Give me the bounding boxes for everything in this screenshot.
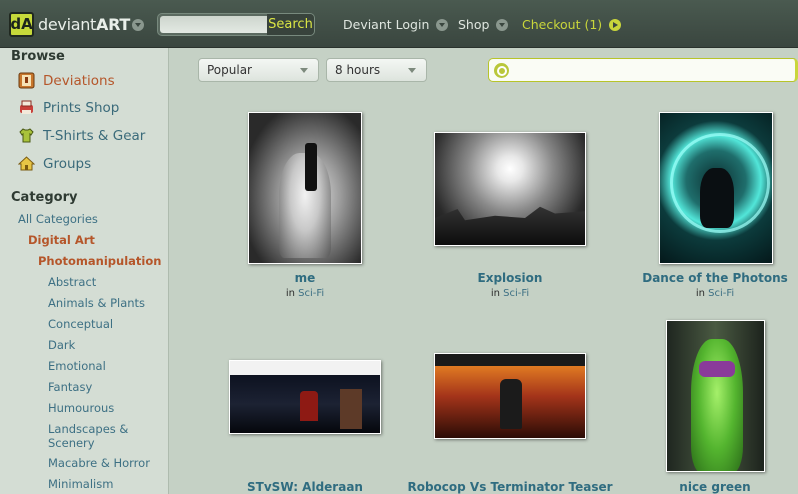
checkout-label: Checkout (1)	[522, 17, 603, 32]
deviations-icon	[18, 72, 35, 89]
category-all[interactable]: All Categories	[18, 212, 98, 226]
deviantart-browse-page: dA deviantART Search Deviant Login Shop …	[0, 0, 798, 494]
deviation-thumbnail-dance-of-the-photons[interactable]	[659, 112, 773, 264]
sidebar-item-groups[interactable]: Groups	[18, 155, 91, 172]
logo-text-bold: ART	[96, 14, 131, 34]
deviation-category-link[interactable]: Sci-Fi	[708, 288, 734, 299]
logo-text: deviantART	[38, 15, 130, 34]
deviation-title-stvsw-alderaan[interactable]: STvSW: Alderaan	[210, 480, 400, 494]
logo-menu-chevron-down-icon[interactable]	[132, 19, 144, 31]
top-search-button[interactable]: Search	[267, 14, 314, 35]
deviation-category-link[interactable]: Sci-Fi	[298, 288, 324, 299]
category-heading: Category	[11, 190, 78, 205]
category-emotional[interactable]: Emotional	[48, 359, 106, 373]
tshirt-icon	[19, 128, 34, 143]
deviantart-logo[interactable]: dA deviantART	[9, 9, 130, 39]
shop-link[interactable]: Shop	[458, 17, 509, 32]
deviation-category-link[interactable]: Sci-Fi	[503, 288, 529, 299]
category-animals-plants[interactable]: Animals & Plants	[48, 296, 145, 310]
checkout-link[interactable]: Checkout (1)	[522, 17, 622, 32]
sort-order-value: Popular	[207, 63, 252, 77]
in-label: in	[285, 288, 295, 299]
sidebar-item-label: Prints Shop	[43, 99, 120, 116]
sidebar: Browse Deviations Prints Shop T-Shirts &…	[0, 48, 169, 494]
category-minimalism[interactable]: Minimalism	[48, 477, 113, 491]
sidebar-item-label: T-Shirts & Gear	[43, 127, 146, 144]
deviation-meta-me: in Sci-Fi	[248, 288, 362, 299]
deviation-title-robocop-vs-terminator[interactable]: Robocop Vs Terminator Teaser	[400, 480, 620, 494]
category-abstract[interactable]: Abstract	[48, 275, 96, 289]
sidebar-item-label: Groups	[43, 155, 92, 172]
category-fantasy[interactable]: Fantasy	[48, 380, 92, 394]
category-macabre-horror[interactable]: Macabre & Horror	[48, 456, 150, 470]
deviation-title-explosion[interactable]: Explosion	[434, 271, 586, 285]
category-humourous[interactable]: Humourous	[48, 401, 114, 415]
login-chevron-down-icon	[436, 18, 449, 31]
in-label: in	[695, 288, 705, 299]
deviation-thumbnail-robocop-vs-terminator[interactable]	[434, 353, 586, 439]
category-conceptual[interactable]: Conceptual	[48, 317, 113, 331]
deviation-thumbnail-nice-green[interactable]	[666, 320, 765, 472]
sidebar-item-prints-shop[interactable]: Prints Shop	[18, 99, 119, 116]
gallery-search-box	[488, 58, 798, 82]
deviation-title-dance-of-the-photons[interactable]: Dance of the Photons	[630, 271, 798, 285]
browse-heading: Browse	[11, 49, 65, 64]
deviation-thumbnail-stvsw-alderaan[interactable]	[229, 360, 381, 434]
search-icon[interactable]	[494, 63, 509, 78]
prints-icon	[20, 100, 33, 114]
time-range-value: 8 hours	[335, 63, 381, 77]
top-search-input[interactable]	[160, 16, 267, 33]
category-photomanipulation[interactable]: Photomanipulation	[38, 254, 161, 268]
deviant-login-link[interactable]: Deviant Login	[343, 17, 449, 32]
groups-icon	[18, 156, 35, 171]
shop-label: Shop	[458, 17, 490, 32]
time-dropdown-arrow-icon	[408, 68, 416, 73]
logo-text-light: deviant	[38, 14, 97, 34]
sort-order-dropdown[interactable]: Popular	[198, 58, 319, 82]
top-navigation-bar: dA deviantART Search Deviant Login Shop …	[0, 0, 798, 48]
checkout-arrow-icon	[609, 18, 622, 31]
deviant-login-label: Deviant Login	[343, 17, 430, 32]
category-digital-art[interactable]: Digital Art	[28, 233, 95, 247]
sidebar-item-tshirts[interactable]: T-Shirts & Gear	[18, 127, 145, 144]
deviation-thumbnail-explosion[interactable]	[434, 132, 586, 246]
sidebar-item-label: Deviations	[43, 72, 115, 89]
sidebar-item-deviations[interactable]: Deviations	[18, 72, 115, 89]
in-label: in	[490, 288, 500, 299]
deviation-title-nice-green[interactable]: nice green	[640, 480, 790, 494]
top-search-box: Search	[157, 13, 315, 36]
deviation-meta-dance-of-the-photons: in Sci-Fi	[630, 288, 798, 299]
time-range-dropdown[interactable]: 8 hours	[326, 58, 427, 82]
sort-dropdown-arrow-icon	[300, 68, 308, 73]
logo-mark-icon: dA	[9, 11, 34, 37]
shop-chevron-down-icon	[496, 18, 509, 31]
deviation-meta-explosion: in Sci-Fi	[434, 288, 586, 299]
category-landscapes-scenery[interactable]: Landscapes & Scenery	[48, 422, 128, 450]
gallery-search-input[interactable]	[513, 61, 789, 79]
deviation-title-me[interactable]: me	[248, 271, 362, 285]
category-dark[interactable]: Dark	[48, 338, 75, 352]
deviation-thumbnail-me[interactable]	[248, 112, 362, 264]
